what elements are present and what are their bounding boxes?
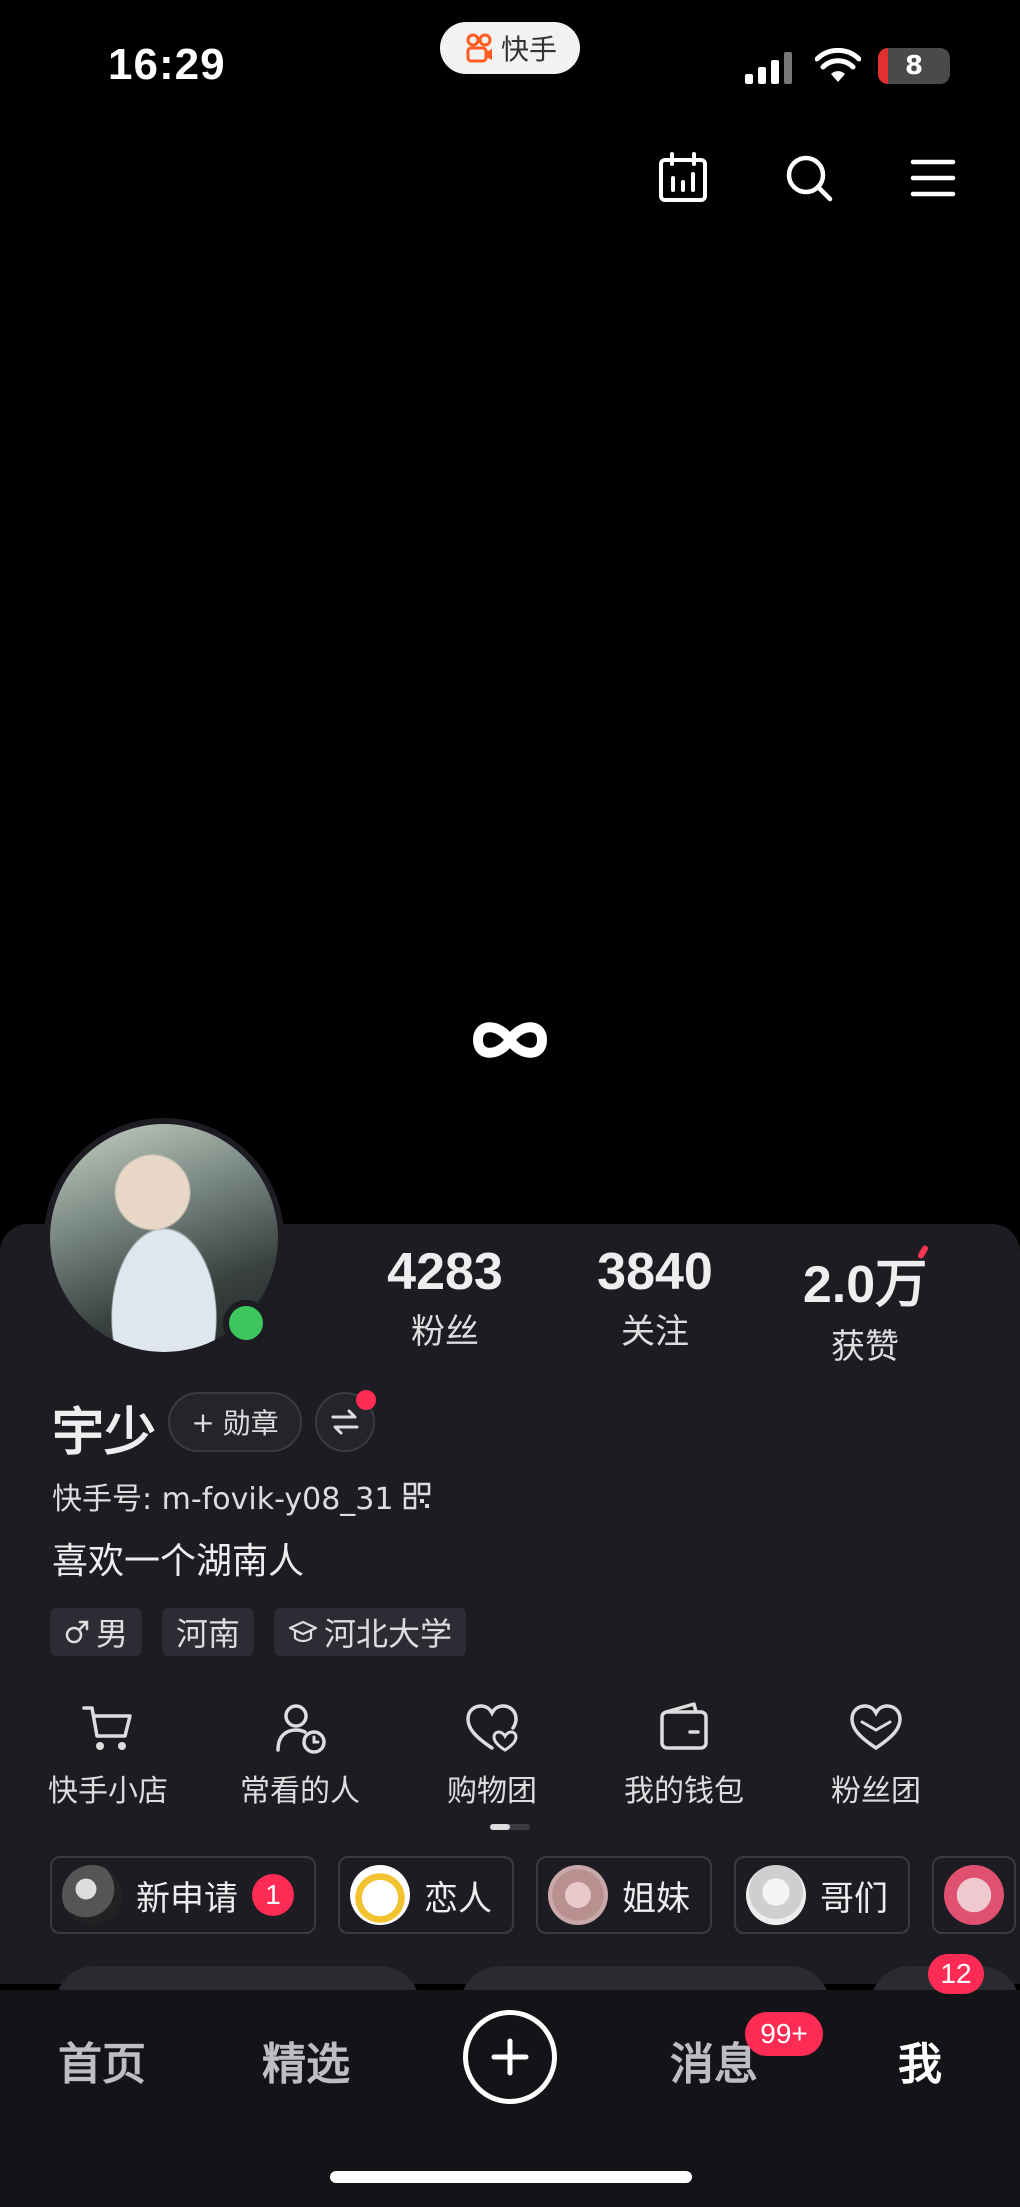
chip-sisters[interactable]: 姐妹 [536, 1856, 712, 1934]
chip-avatar [548, 1865, 608, 1925]
tool-shop[interactable]: 快手小店 [8, 1700, 208, 1810]
plus-icon: + [191, 1405, 215, 1439]
battery-icon: 8 [878, 48, 950, 84]
infinity-icon [472, 1022, 548, 1058]
chip-avatar [350, 1865, 410, 1925]
school-label: 河北大学 [324, 1615, 453, 1653]
new-request-badge: 1 [252, 1874, 294, 1916]
tool-fan-club[interactable]: 粉丝团 [776, 1700, 976, 1810]
medal-label: 勋章 [222, 1407, 279, 1440]
tool-fan-club-label: 粉丝团 [831, 1774, 921, 1809]
home-indicator [330, 2171, 692, 2183]
fans-label: 粉丝 [411, 1312, 479, 1352]
profile-bio: 喜欢一个湖南人 [52, 1541, 305, 1582]
stat-following[interactable]: 3840 关注 [570, 1242, 740, 1353]
nav-home[interactable]: 首页 [58, 2028, 146, 2092]
switch-arrows-icon [331, 1409, 359, 1435]
cart-icon [82, 1706, 132, 1750]
chip-avatar [746, 1865, 806, 1925]
peek-count-badge: 12 [928, 1954, 984, 1994]
search-icon[interactable] [781, 150, 837, 206]
region-label: 河南 [176, 1615, 241, 1653]
tool-shop-label: 快手小店 [48, 1774, 168, 1809]
app-indicator-pill[interactable]: 快手 [440, 22, 580, 74]
gender-label: 男 [96, 1615, 129, 1653]
chip-label: 恋人 [424, 1878, 492, 1919]
profile-name: 宇少 [52, 1403, 157, 1463]
kuaishou-id-row[interactable]: 快手号: m-fovik-y08_31 [52, 1474, 431, 1518]
chip-label: 新申请 [136, 1878, 238, 1919]
battery-level: 8 [904, 51, 924, 81]
qr-code-icon[interactable] [403, 1482, 431, 1510]
switch-notification-dot [356, 1390, 376, 1410]
calendar-icon[interactable] [655, 150, 711, 206]
stat-fans[interactable]: 4283 粉丝 [360, 1242, 530, 1353]
likes-label: 获赞 [831, 1327, 899, 1367]
nav-me[interactable]: 我 [898, 2028, 942, 2092]
gender-tag: 男 [50, 1608, 143, 1656]
kuaishou-logo-icon [466, 33, 492, 63]
chip-avatar [944, 1865, 1004, 1925]
create-button[interactable] [463, 2010, 557, 2104]
add-medal-button[interactable]: + 勋章 [168, 1392, 302, 1452]
menu-icon[interactable] [905, 150, 961, 206]
app-pill-label: 快手 [500, 33, 557, 66]
tools-row: 快手小店 常看的人 购物团 我的钱包 粉丝团 [0, 1700, 1020, 1810]
status-time: 16:29 [108, 40, 226, 89]
plus-icon [491, 2038, 529, 2076]
chip-label: 哥们 [820, 1878, 888, 1919]
fans-count: 4283 [387, 1243, 503, 1301]
nav-featured[interactable]: 精选 [262, 2028, 350, 2092]
relation-chips-row: 新申请 1 恋人 姐妹 哥们 [50, 1856, 1020, 1934]
heart-icon [850, 1704, 902, 1751]
messages-badge: 99+ [745, 2012, 823, 2056]
school-tag: 河北大学 [274, 1608, 467, 1656]
tools-page-indicator [490, 1824, 530, 1830]
region-tag: 河南 [162, 1608, 255, 1656]
graduation-cap-icon [288, 1620, 318, 1643]
wifi-icon [815, 48, 861, 82]
tool-frequent-label: 常看的人 [240, 1774, 360, 1809]
male-icon [65, 1620, 89, 1644]
chip-buddies[interactable]: 哥们 [734, 1856, 910, 1934]
stat-likes[interactable]: 2.0万 获赞 [780, 1242, 950, 1368]
chip-avatar [62, 1865, 122, 1925]
tool-wallet[interactable]: 我的钱包 [584, 1700, 784, 1810]
cellular-signal-icon [745, 52, 792, 84]
wallet-icon [660, 1702, 708, 1750]
chip-more[interactable] [932, 1856, 1016, 1934]
chip-new-requests[interactable]: 新申请 1 [50, 1856, 316, 1934]
tool-shopping-group-label: 购物团 [447, 1774, 537, 1809]
chip-label: 姐妹 [622, 1878, 690, 1919]
tool-frequent[interactable]: 常看的人 [200, 1700, 400, 1810]
tool-shopping-group[interactable]: 购物团 [392, 1700, 592, 1810]
tool-wallet-label: 我的钱包 [624, 1774, 744, 1809]
chip-lover[interactable]: 恋人 [338, 1856, 514, 1934]
heart-group-icon [466, 1704, 518, 1752]
person-clock-icon [276, 1704, 326, 1754]
kuaishou-id: 快手号: m-fovik-y08_31 [52, 1482, 394, 1517]
following-label: 关注 [621, 1312, 689, 1352]
profile-tags: 男 河南 河北大学 [50, 1608, 467, 1656]
online-status-dot [223, 1300, 269, 1346]
following-count: 3840 [597, 1243, 713, 1301]
